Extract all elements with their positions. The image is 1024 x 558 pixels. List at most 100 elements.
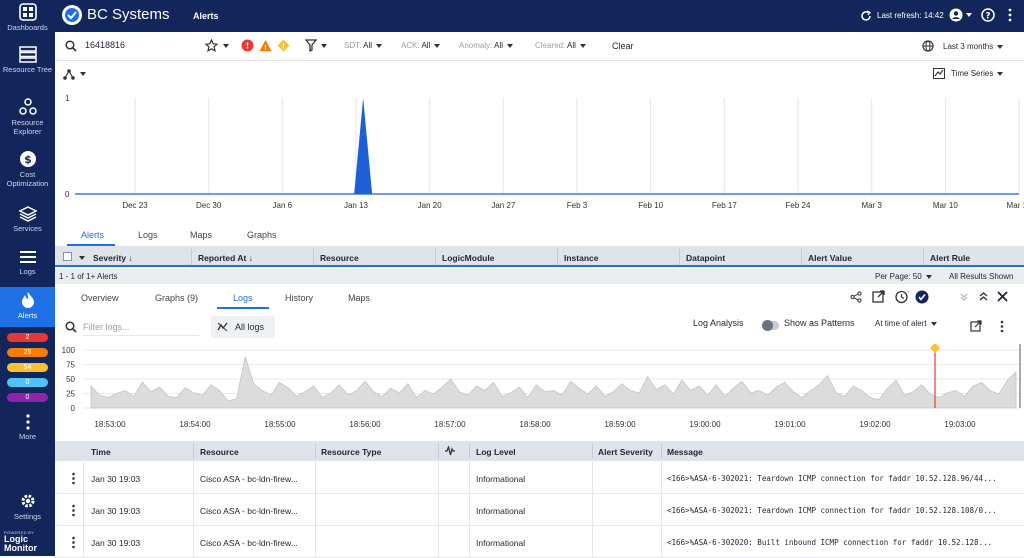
app-logo-text[interactable]: BC Systems <box>87 6 170 23</box>
log-options-icon[interactable] <box>999 320 1005 333</box>
col-alert-severity[interactable]: Alert Severity <box>598 447 653 457</box>
dashboards-icon <box>18 3 37 21</box>
col-alert-rule[interactable]: Alert Rule <box>930 253 970 263</box>
col-severity[interactable]: Severity ↓ <box>93 253 133 263</box>
help-icon[interactable]: ? <box>981 8 995 22</box>
tab-alerts[interactable]: Alerts <box>81 230 104 240</box>
col-time[interactable]: Time <box>91 447 111 457</box>
alert-badge-other[interactable]: 0 <box>7 393 48 402</box>
view-mode-select[interactable]: Time Series <box>951 69 1004 78</box>
alert-badge-critical[interactable]: 2 <box>7 333 48 342</box>
time-mode-select[interactable]: At time of alert <box>875 319 937 328</box>
favorite-caret-icon[interactable] <box>223 44 229 48</box>
log-row[interactable]: Jan 30 19:03 Cisco ASA - bc-ldn-firew...… <box>55 526 1024 558</box>
favorite-star-icon[interactable] <box>205 39 218 52</box>
log-resource[interactable]: Cisco ASA - bc-ldn-firew... <box>200 538 312 548</box>
tab-maps[interactable]: Maps <box>190 230 212 240</box>
col-log-level[interactable]: Log Level <box>476 447 516 457</box>
log-analysis-button[interactable]: Log Analysis <box>693 318 744 328</box>
col-message[interactable]: Message <box>667 447 703 457</box>
sidebar-item-services[interactable]: Services <box>0 206 55 233</box>
log-resource[interactable]: Cisco ASA - bc-ldn-firew... <box>200 474 312 484</box>
filter-logs-input[interactable]: Filter logs... <box>83 322 199 336</box>
col-logicmodule[interactable]: LogicModule <box>442 253 494 263</box>
filter-caret-icon[interactable] <box>321 44 327 48</box>
detail-tab-logs[interactable]: Logs <box>233 293 253 303</box>
sidebar-item-dashboards[interactable]: Dashboards <box>0 3 55 32</box>
expand-up-icon[interactable] <box>979 292 988 301</box>
ack-filter[interactable]: ACK: All <box>401 41 441 50</box>
user-avatar-icon[interactable] <box>949 8 963 22</box>
col-resource-type[interactable]: Resource Type <box>321 447 381 457</box>
anomaly-filter[interactable]: Anomaly: All <box>459 41 514 50</box>
sidebar-item-more[interactable]: More <box>0 414 55 441</box>
sdt-filter[interactable]: SDT: All <box>344 41 383 50</box>
time-range-select[interactable]: Last 3 months <box>943 42 1004 51</box>
ack-clock-icon[interactable]: + <box>895 290 909 304</box>
acknowledge-check-icon[interactable] <box>915 290 929 304</box>
row-menu-icon[interactable] <box>71 504 76 517</box>
collapse-down-icon[interactable] <box>960 293 968 301</box>
log-row[interactable]: Jan 30 19:03 Cisco ASA - bc-ldn-firew...… <box>55 462 1024 494</box>
col-alert-value[interactable]: Alert Value <box>808 253 852 263</box>
col-resource[interactable]: Resource <box>320 253 359 263</box>
group-by-icon[interactable] <box>63 68 75 80</box>
col-instance[interactable]: Instance <box>564 253 599 263</box>
sidebar-item-cost-optimization[interactable]: $ Cost Optimization <box>0 150 55 188</box>
close-icon[interactable] <box>997 291 1008 302</box>
log-time: Jan 30 19:03 <box>91 538 141 548</box>
globe-icon[interactable] <box>922 40 934 52</box>
share-icon[interactable] <box>850 291 862 303</box>
row-menu-icon[interactable] <box>71 536 76 549</box>
log-y-tick-label: 25 <box>66 390 75 399</box>
tab-logs[interactable]: Logs <box>138 230 158 240</box>
log-y-tick-label: 0 <box>71 404 76 413</box>
alert-badge-info[interactable]: 0 <box>7 378 48 387</box>
anomaly-wave-icon[interactable] <box>444 446 456 456</box>
alert-marker-diamond-icon[interactable] <box>930 343 940 353</box>
col-reported-at[interactable]: Reported At ↓ <box>198 253 253 263</box>
warning-severity-icon[interactable]: ! <box>277 39 290 52</box>
refresh-icon[interactable] <box>860 10 872 22</box>
log-y-tick-label: 75 <box>66 361 75 370</box>
detail-tab-maps[interactable]: Maps <box>348 293 370 303</box>
group-by-caret-icon[interactable] <box>80 72 86 76</box>
alert-badge-error[interactable]: 25 <box>7 348 48 357</box>
error-severity-icon[interactable]: ! <box>259 39 272 52</box>
clear-filters-button[interactable]: Clear <box>612 41 634 51</box>
search-input[interactable]: 16418816 <box>85 40 125 50</box>
col-datapoint[interactable]: Datapoint <box>686 253 725 263</box>
row-menu-icon[interactable] <box>71 472 76 485</box>
log-table-header: Time Resource Resource Type Log Level Al… <box>55 441 1024 461</box>
all-logs-button[interactable]: All logs <box>211 316 275 338</box>
open-logs-external-icon[interactable] <box>970 320 982 332</box>
log-row[interactable]: Jan 30 19:03 Cisco ASA - bc-ldn-firew...… <box>55 494 1024 526</box>
alert-spike[interactable] <box>354 98 373 194</box>
log-levels-icon <box>217 322 228 332</box>
open-external-icon[interactable] <box>872 290 885 303</box>
alert-badge-warning[interactable]: 54 <box>7 363 48 372</box>
sidebar-item-logs[interactable]: Logs <box>0 249 55 276</box>
time-series-icon[interactable] <box>933 68 945 79</box>
cleared-filter[interactable]: Cleared: All <box>535 41 586 50</box>
sidebar-item-resource-tree[interactable]: Resource Tree <box>0 45 55 74</box>
select-all-checkbox[interactable] <box>63 252 72 261</box>
detail-tab-graphs[interactable]: Graphs (9) <box>155 293 198 303</box>
app-menu-icon[interactable] <box>1004 8 1016 22</box>
per-page-select[interactable]: Per Page: 50 <box>875 272 932 281</box>
select-menu-caret-icon[interactable] <box>79 256 85 260</box>
filter-funnel-icon[interactable] <box>305 39 317 52</box>
tab-graphs[interactable]: Graphs <box>247 230 277 240</box>
col-log-resource[interactable]: Resource <box>200 447 239 457</box>
sidebar-item-settings[interactable]: Settings <box>0 492 55 521</box>
show-patterns-toggle[interactable] <box>762 320 779 331</box>
log-resource[interactable]: Cisco ASA - bc-ldn-firew... <box>200 506 312 516</box>
detail-tab-overview[interactable]: Overview <box>81 293 119 303</box>
y-tick-label: 0 <box>65 190 70 199</box>
user-menu-caret-icon[interactable] <box>966 13 972 17</box>
sidebar-item-alerts[interactable]: Alerts <box>0 287 55 327</box>
log-level: Informational <box>476 506 526 516</box>
critical-severity-icon[interactable]: ! <box>241 39 254 52</box>
detail-tab-history[interactable]: History <box>285 293 313 303</box>
sidebar-item-resource-explorer[interactable]: Resource Explorer <box>0 98 55 136</box>
